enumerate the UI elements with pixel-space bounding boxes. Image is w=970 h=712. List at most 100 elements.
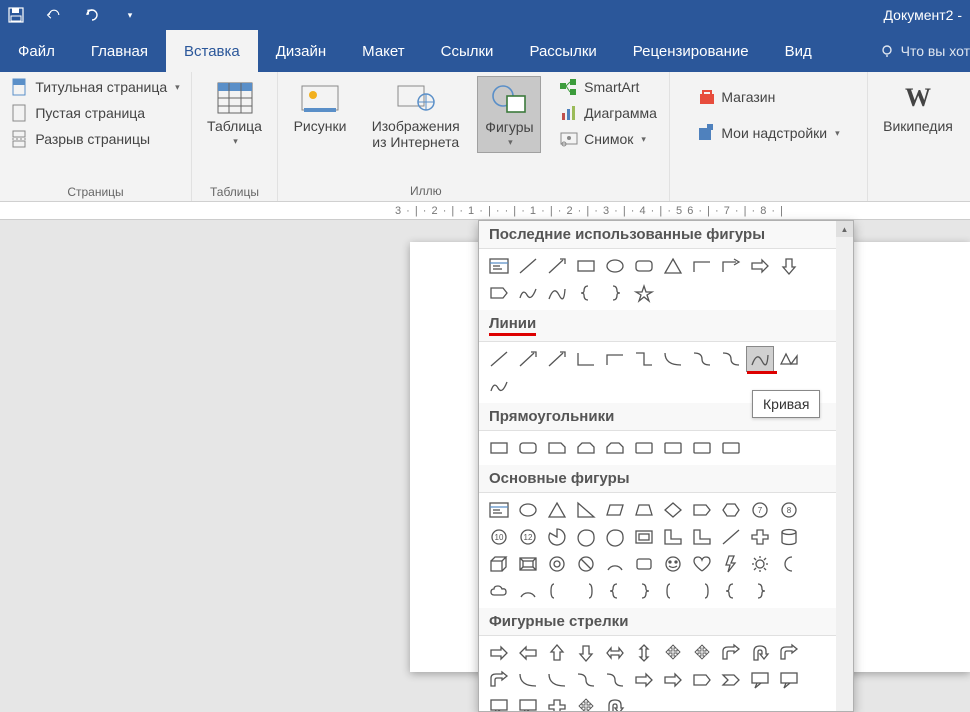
undo-icon[interactable] (46, 7, 62, 23)
shape-conn2[interactable] (601, 346, 629, 372)
shape-circ[interactable] (543, 694, 571, 712)
shape-scribble[interactable] (485, 373, 513, 399)
shape-arrowline[interactable] (543, 253, 571, 279)
shape-scribble[interactable] (514, 280, 542, 306)
shape-cloud[interactable] (485, 578, 513, 604)
shape-downarrow[interactable] (775, 253, 803, 279)
shape-round1[interactable] (630, 435, 658, 461)
shape-para[interactable] (601, 497, 629, 523)
shape-pent5[interactable] (688, 497, 716, 523)
shape-conn1[interactable] (572, 346, 600, 372)
shape-callout4[interactable] (514, 694, 542, 712)
shape-textbox[interactable] (485, 253, 513, 279)
shape-arc[interactable] (601, 551, 629, 577)
shape-smile[interactable] (659, 551, 687, 577)
shape-n8[interactable]: 8 (775, 497, 803, 523)
shape-oval[interactable] (514, 497, 542, 523)
shape-snipdiag[interactable] (601, 435, 629, 461)
shape-triangle[interactable] (659, 253, 687, 279)
shape-curve[interactable] (543, 280, 571, 306)
tell-me[interactable]: Что вы хот (879, 30, 970, 72)
shape-diag[interactable] (717, 524, 745, 550)
shape-lbrace[interactable] (572, 280, 600, 306)
shape-lbr[interactable] (659, 578, 687, 604)
qat-customize-icon[interactable]: ▾ (122, 7, 138, 23)
shape-sun[interactable] (746, 551, 774, 577)
shape-cyl[interactable] (775, 524, 803, 550)
shape-rightarrow[interactable] (746, 253, 774, 279)
shape-cconn3[interactable] (717, 346, 745, 372)
tab-design[interactable]: Дизайн (258, 30, 344, 72)
shape-line[interactable] (514, 253, 542, 279)
tab-home[interactable]: Главная (73, 30, 166, 72)
page-break-button[interactable]: Разрыв страницы (7, 128, 154, 150)
shape-dia[interactable] (659, 497, 687, 523)
shape-round2[interactable] (659, 435, 687, 461)
chart-button[interactable]: Диаграмма (556, 102, 661, 124)
shape-rtri[interactable] (572, 497, 600, 523)
shape-pent[interactable] (485, 280, 513, 306)
shape-freeform[interactable] (775, 346, 803, 372)
shape-textbox[interactable] (485, 497, 513, 523)
shape-frame[interactable] (630, 524, 658, 550)
shape-n10[interactable]: 10 (485, 524, 513, 550)
shape-bentarr[interactable] (717, 640, 745, 666)
shape-rb2[interactable] (746, 578, 774, 604)
store-button[interactable]: Магазин (693, 86, 843, 108)
shape-callout1[interactable] (746, 667, 774, 693)
shape-arc2[interactable] (514, 578, 542, 604)
shape-roundrect[interactable] (514, 435, 542, 461)
tab-layout[interactable]: Макет (344, 30, 422, 72)
shape-rbr[interactable] (688, 578, 716, 604)
cover-page-button[interactable]: Титульная страница▾ (7, 76, 183, 98)
shape-dblarrow[interactable] (543, 346, 571, 372)
shape-moon[interactable] (775, 551, 803, 577)
shape-curvedu[interactable] (572, 667, 600, 693)
shape-arrowline[interactable] (514, 346, 542, 372)
shape-lb2[interactable] (717, 578, 745, 604)
shape-line[interactable] (485, 346, 513, 372)
shape-roundsame[interactable] (717, 435, 745, 461)
shape-lrud[interactable] (688, 640, 716, 666)
shape-pie[interactable] (543, 524, 571, 550)
shape-rbrace[interactable] (630, 578, 658, 604)
shape-cconn1[interactable] (659, 346, 687, 372)
shape-pentag[interactable] (688, 667, 716, 693)
shape-curvedl[interactable] (543, 667, 571, 693)
shape-curvedd[interactable] (601, 667, 629, 693)
shape-elbow[interactable] (688, 253, 716, 279)
shape-lightning[interactable] (717, 551, 745, 577)
shapes-button[interactable]: Фигуры ▾ (477, 76, 541, 153)
shape-curvedr[interactable] (514, 667, 542, 693)
shape-downarrow[interactable] (572, 640, 600, 666)
shape-leftup[interactable] (775, 640, 803, 666)
online-pictures-button[interactable]: Изображения из Интернета (365, 76, 467, 154)
tab-review[interactable]: Рецензирование (615, 30, 767, 72)
shape-rect[interactable] (485, 435, 513, 461)
shape-snip2[interactable] (572, 435, 600, 461)
shape-donut[interactable] (543, 551, 571, 577)
shape-uturn[interactable] (746, 640, 774, 666)
shape-plus[interactable] (746, 524, 774, 550)
shape-tear[interactable] (572, 524, 600, 550)
save-icon[interactable] (8, 7, 24, 23)
shape-noentry[interactable] (572, 551, 600, 577)
shape-callout2[interactable] (775, 667, 803, 693)
shape-notched[interactable] (659, 667, 687, 693)
tab-insert[interactable]: Вставка (166, 30, 258, 72)
pictures-button[interactable]: Рисунки (286, 76, 354, 138)
shape-br2[interactable] (572, 578, 600, 604)
shape-roundrect[interactable] (630, 253, 658, 279)
shape-star[interactable] (630, 280, 658, 306)
shape-uturn2[interactable] (601, 694, 629, 712)
smartart-button[interactable]: SmartArt (556, 76, 661, 98)
shape-curve[interactable] (746, 346, 774, 372)
shape-rightarrow[interactable] (485, 640, 513, 666)
shape-trap[interactable] (630, 497, 658, 523)
shape-quad[interactable] (659, 640, 687, 666)
shape-lrarr[interactable] (601, 640, 629, 666)
shape-udarr[interactable] (630, 640, 658, 666)
tab-view[interactable]: Вид (767, 30, 830, 72)
tab-references[interactable]: Ссылки (423, 30, 512, 72)
wikipedia-button[interactable]: W Википедия (879, 76, 957, 138)
